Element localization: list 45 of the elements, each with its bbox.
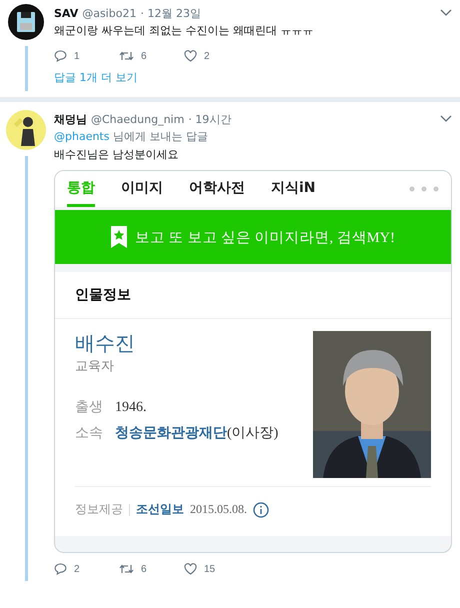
tweet-time[interactable]: · 12월 23일 — [140, 6, 201, 20]
like-button[interactable]: 15 — [184, 563, 249, 575]
section-title: 인물정보 — [55, 272, 451, 319]
search-tab[interactable]: 이미지 — [121, 171, 163, 207]
person-name[interactable]: 배수진 — [75, 331, 313, 357]
bookmark-star-icon — [111, 226, 128, 248]
show-replies-link[interactable]: 답글 1개 더 보기 — [54, 70, 452, 85]
reply-icon — [54, 50, 67, 62]
search-tab[interactable]: 지식iN — [271, 171, 316, 207]
tweet-text: 배수진님은 남성분이세요 — [54, 147, 180, 163]
reply-button[interactable]: 2 — [54, 563, 119, 575]
avatar[interactable] — [8, 4, 44, 40]
search-tab[interactable]: 어학사전 — [189, 171, 245, 207]
tweet-text: 왜군이랑 싸우는데 죄없는 수진이는 왜때린대 ㅠㅠㅠ — [54, 23, 314, 39]
user-handle[interactable]: @Chaedung_nim — [91, 112, 184, 126]
tweet-time[interactable]: · 19시간 — [188, 112, 232, 126]
reply-button[interactable]: 1 — [54, 50, 119, 62]
source-date: 2015.05.08. — [190, 502, 247, 517]
retweet-icon — [119, 563, 134, 575]
fact-label: 소속 — [75, 425, 103, 443]
user-handle[interactable]: @asibo21 — [82, 6, 136, 20]
retweet-button[interactable]: 6 — [119, 50, 184, 62]
fact-value: (이사장) — [227, 426, 278, 441]
reply-context: @phaents 님에게 보내는 답글 — [54, 129, 209, 145]
user-name[interactable]: 채덩님 — [54, 112, 87, 126]
like-button[interactable]: 2 — [184, 50, 249, 62]
heart-icon — [184, 563, 197, 575]
fact-link[interactable]: 청송문화관광재단 — [115, 426, 227, 441]
source-link[interactable]: 조선일보 — [136, 501, 184, 518]
link-card[interactable]: 통합 이미지 어학사전 지식iN 보고 또 보고 싶은 이미지라면, 검색MY! 인물정보 배수진 교육자 출생 1946. 소속 청송문화관광재단(이사장) 정보제공 조선일보 2015.05.08. — [54, 170, 452, 553]
retweet-button[interactable]: 6 — [119, 563, 184, 575]
user-name[interactable]: SAV — [54, 6, 78, 20]
banner-text: 보고 또 보고 싶은 이미지라면, 검색MY! — [135, 228, 395, 246]
heart-icon — [184, 50, 197, 62]
fact-value: 1946. — [115, 399, 146, 417]
reply-icon — [54, 563, 67, 575]
source-label: 정보제공 — [75, 501, 123, 518]
chevron-down-icon[interactable] — [440, 9, 452, 17]
mention-link[interactable]: @phaents — [54, 130, 110, 143]
person-job: 교육자 — [75, 357, 115, 375]
retweet-icon — [119, 50, 134, 62]
avatar[interactable] — [6, 110, 46, 150]
chevron-down-icon[interactable] — [440, 115, 452, 123]
fact-label: 출생 — [75, 399, 103, 417]
info-icon[interactable] — [253, 502, 269, 518]
